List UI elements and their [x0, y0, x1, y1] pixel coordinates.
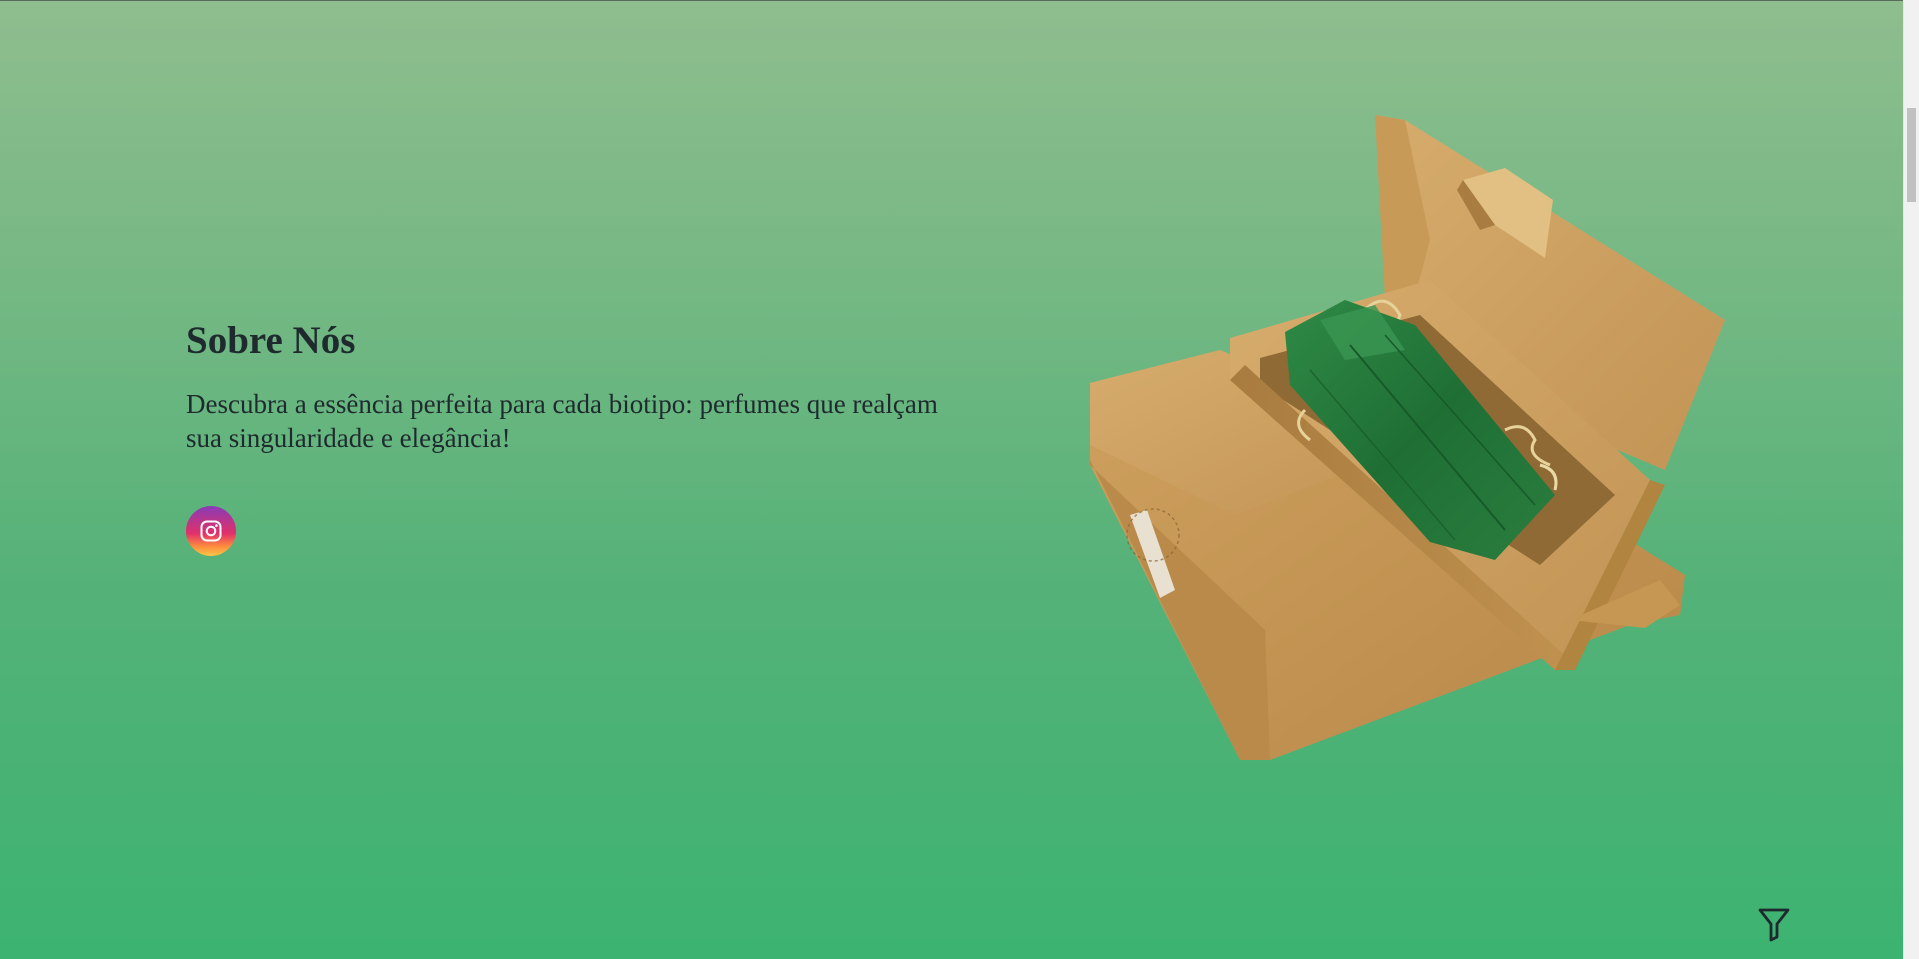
about-description: Descubra a essência perfeita para cada b… [186, 388, 938, 453]
instagram-icon [200, 520, 222, 542]
top-border [0, 0, 1919, 1]
about-title: Sobre Nós [186, 319, 356, 362]
funnel-filter-icon [1758, 908, 1790, 942]
filter-button[interactable] [1757, 906, 1791, 942]
about-section: Sobre Nós Descubra a essência perfeita p… [186, 318, 986, 455]
instagram-link[interactable] [186, 506, 236, 556]
vertical-scrollbar[interactable] [1903, 0, 1919, 959]
product-image [1090, 115, 1725, 760]
scrollbar-thumb[interactable] [1907, 108, 1916, 202]
page-background: Sobre Nós Descubra a essência perfeita p… [0, 0, 1903, 959]
